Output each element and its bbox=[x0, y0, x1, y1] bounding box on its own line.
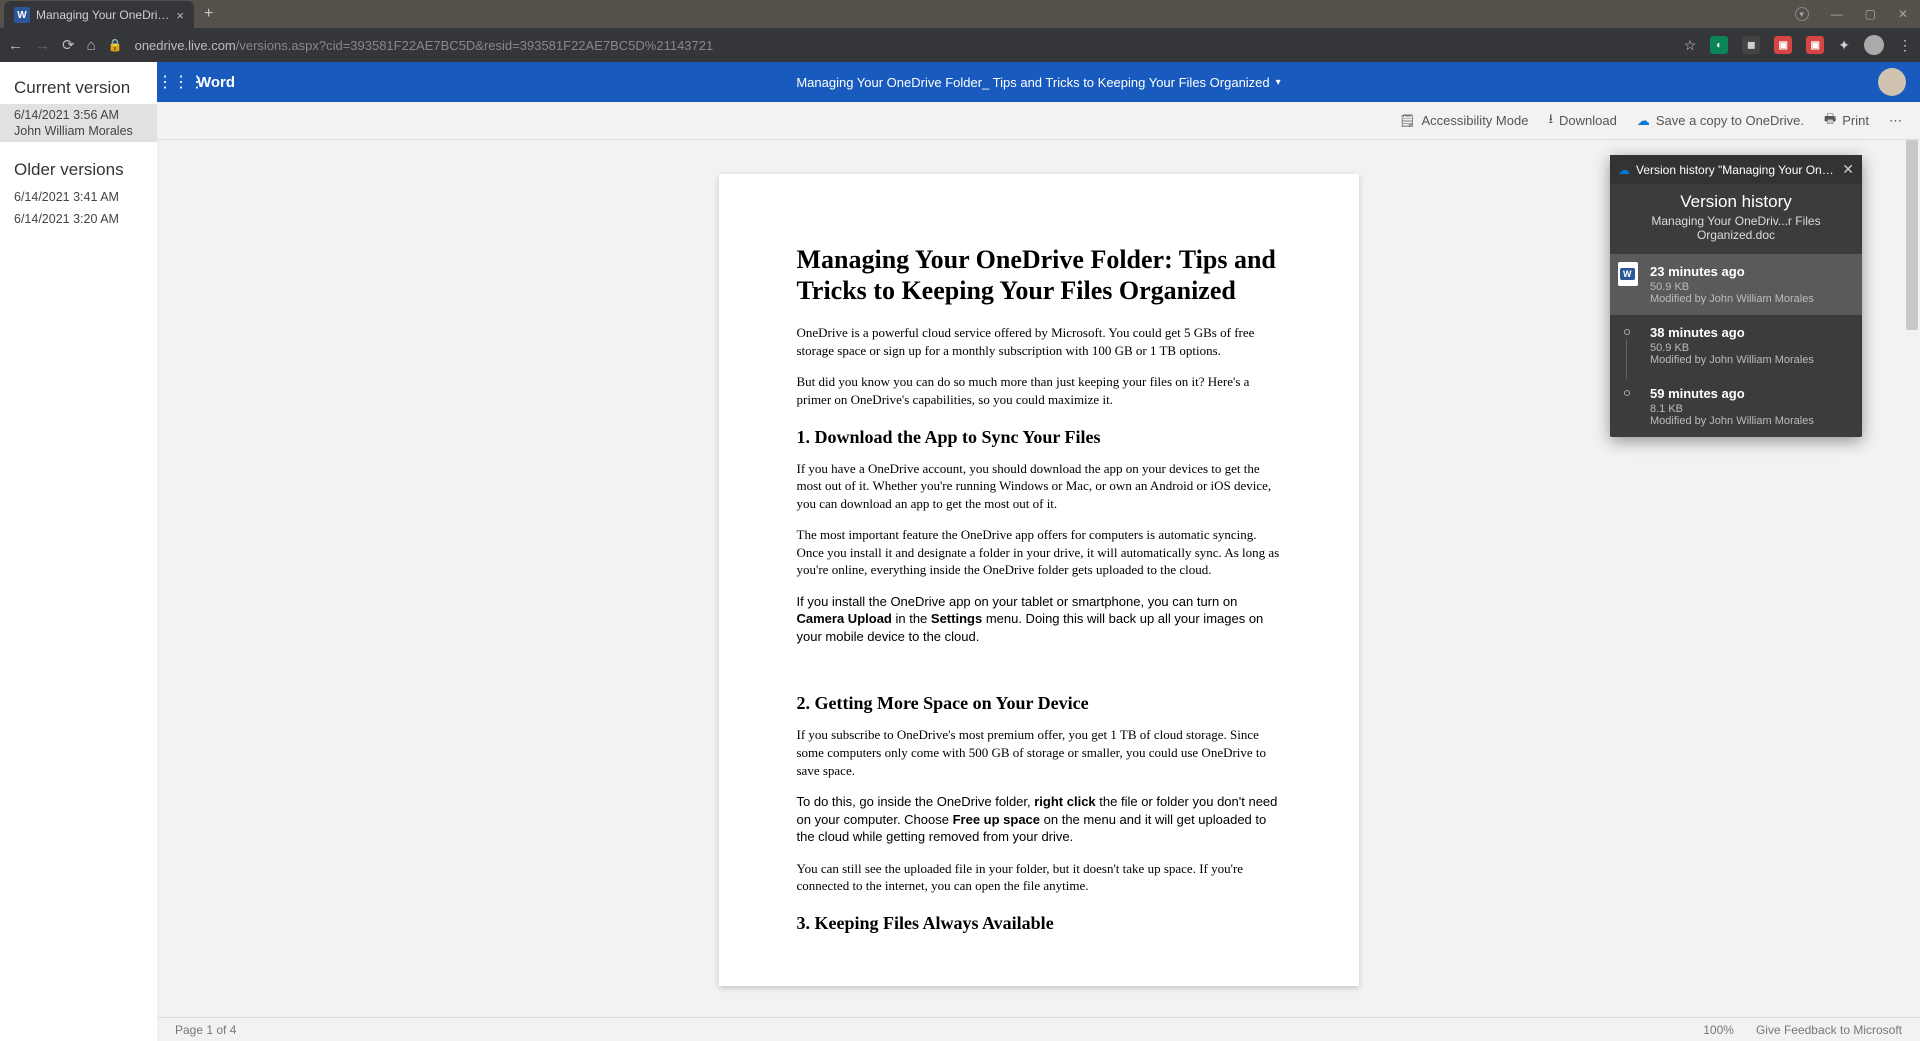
doc-paragraph: If you subscribe to OneDrive's most prem… bbox=[797, 726, 1281, 779]
accessibility-icon: 🗒 bbox=[1399, 113, 1416, 129]
vertical-scrollbar[interactable] bbox=[1904, 140, 1920, 1017]
version-entry[interactable]: 59 minutes ago 8.1 KB Modified by John W… bbox=[1610, 376, 1862, 437]
scrollbar-thumb[interactable] bbox=[1906, 140, 1918, 330]
ribbon-bar: 🗒Accessibility Mode ⭳Download ☁Save a co… bbox=[157, 102, 1920, 140]
version-timestamp: 6/14/2021 3:56 AM bbox=[14, 108, 119, 122]
doc-paragraph: OneDrive is a powerful cloud service off… bbox=[797, 324, 1281, 359]
version-author: John William Morales bbox=[14, 124, 143, 138]
doc-heading-2: 3. Keeping Files Always Available bbox=[797, 913, 1281, 934]
account-icon[interactable]: ▾ bbox=[1795, 7, 1809, 21]
document-page: Managing Your OneDrive Folder: Tips and … bbox=[719, 174, 1359, 986]
doc-paragraph: The most important feature the OneDrive … bbox=[797, 526, 1281, 579]
current-version-item[interactable]: 6/14/2021 3:56 AM John William Morales bbox=[0, 104, 157, 142]
doc-paragraph: You can still see the uploaded file in y… bbox=[797, 860, 1281, 895]
version-timestamp: 6/14/2021 3:20 AM bbox=[14, 212, 119, 226]
doc-heading-2: 2. Getting More Space on Your Device bbox=[797, 693, 1281, 714]
version-history-header-text: Version history "Managing Your OneDrive … bbox=[1636, 163, 1836, 177]
new-tab-button[interactable]: + bbox=[204, 5, 213, 23]
url-text[interactable]: onedrive.live.com/versions.aspx?cid=3935… bbox=[135, 38, 1672, 53]
version-time: 38 minutes ago bbox=[1650, 325, 1850, 340]
timeline-line bbox=[1626, 339, 1627, 379]
older-versions-heading: Older versions bbox=[0, 156, 157, 186]
close-icon[interactable]: ✕ bbox=[1836, 161, 1854, 178]
word-doc-icon bbox=[1618, 262, 1638, 286]
doc-heading-2: 1. Download the App to Sync Your Files bbox=[797, 427, 1281, 448]
version-history-header: ☁ Version history "Managing Your OneDriv… bbox=[1610, 155, 1862, 184]
browser-tab[interactable]: W Managing Your OneDrive Folder... × bbox=[4, 1, 194, 29]
save-copy-button[interactable]: ☁Save a copy to OneDrive. bbox=[1637, 113, 1804, 129]
browser-menu-icon[interactable]: ⋮ bbox=[1898, 37, 1912, 54]
extension-icon-4[interactable]: ▣ bbox=[1806, 36, 1824, 54]
extension-icons: ☆ ◐ ◼ ▣ ▣ ✦ ⋮ bbox=[1684, 35, 1912, 55]
home-icon[interactable]: ⌂ bbox=[87, 37, 96, 54]
doc-paragraph: If you have a OneDrive account, you shou… bbox=[797, 460, 1281, 513]
forward-icon[interactable]: → bbox=[35, 37, 50, 54]
version-time: 59 minutes ago bbox=[1650, 386, 1850, 401]
version-entry[interactable]: 23 minutes ago 50.9 KB Modified by John … bbox=[1610, 254, 1862, 315]
document-canvas: Managing Your OneDrive Folder: Tips and … bbox=[157, 140, 1920, 1017]
print-button[interactable]: 🖶Print bbox=[1824, 110, 1869, 132]
current-version-heading: Current version bbox=[0, 74, 157, 104]
word-brand[interactable]: Word bbox=[197, 74, 235, 91]
version-entry[interactable]: 38 minutes ago 50.9 KB Modified by John … bbox=[1610, 315, 1862, 376]
doc-heading-1: Managing Your OneDrive Folder: Tips and … bbox=[797, 244, 1281, 306]
versions-sidebar: Current version 6/14/2021 3:56 AM John W… bbox=[0, 62, 157, 1041]
word-header: ⋮⋮⋮ Word Managing Your OneDrive Folder_ … bbox=[157, 62, 1920, 102]
version-time: 23 minutes ago bbox=[1650, 264, 1850, 279]
window-controls: ▾ — ▢ ✕ bbox=[1795, 7, 1920, 21]
profile-avatar[interactable] bbox=[1864, 35, 1884, 55]
tab-title: Managing Your OneDrive Folder... bbox=[36, 8, 170, 22]
doc-paragraph: But did you know you can do so much more… bbox=[797, 373, 1281, 408]
older-version-item[interactable]: 6/14/2021 3:41 AM bbox=[0, 186, 157, 208]
browser-addressbar: ← → ⟳ ⌂ 🔒 onedrive.live.com/versions.asp… bbox=[0, 28, 1920, 62]
cloud-icon: ☁ bbox=[1637, 113, 1650, 129]
version-size: 50.9 KB bbox=[1650, 281, 1850, 293]
timeline-dot-icon bbox=[1624, 390, 1630, 396]
close-window-icon[interactable]: ✕ bbox=[1898, 7, 1908, 21]
extension-icon-2[interactable]: ◼ bbox=[1742, 36, 1760, 54]
user-avatar[interactable] bbox=[1878, 68, 1906, 96]
version-modified-by: Modified by John William Morales bbox=[1650, 293, 1850, 305]
status-bar: Page 1 of 4 100% Give Feedback to Micros… bbox=[157, 1017, 1920, 1041]
doc-paragraph: To do this, go inside the OneDrive folde… bbox=[797, 793, 1281, 846]
version-modified-by: Modified by John William Morales bbox=[1650, 354, 1850, 366]
accessibility-mode-button[interactable]: 🗒Accessibility Mode bbox=[1399, 113, 1528, 129]
version-size: 8.1 KB bbox=[1650, 403, 1850, 415]
zoom-indicator[interactable]: 100% bbox=[1703, 1023, 1734, 1037]
version-size: 50.9 KB bbox=[1650, 342, 1850, 354]
minimize-icon[interactable]: — bbox=[1831, 7, 1843, 21]
cloud-icon: ☁ bbox=[1618, 163, 1630, 177]
bookmark-icon[interactable]: ☆ bbox=[1684, 37, 1697, 54]
chevron-down-icon: ▾ bbox=[1276, 77, 1281, 88]
feedback-link[interactable]: Give Feedback to Microsoft bbox=[1756, 1023, 1902, 1037]
version-history-subtitle: Managing Your OneDriv...r Files Organize… bbox=[1610, 214, 1862, 254]
download-button[interactable]: ⭳Download bbox=[1548, 110, 1616, 132]
more-options-button[interactable]: ⋯ bbox=[1889, 113, 1902, 129]
word-favicon: W bbox=[14, 7, 30, 23]
version-timestamp: 6/14/2021 3:41 AM bbox=[14, 190, 119, 204]
doc-paragraph: If you install the OneDrive app on your … bbox=[797, 593, 1281, 646]
version-modified-by: Modified by John William Morales bbox=[1650, 415, 1850, 427]
older-version-item[interactable]: 6/14/2021 3:20 AM bbox=[0, 208, 157, 230]
download-icon: ⭳ bbox=[1548, 110, 1553, 132]
main-region: Current version 6/14/2021 3:56 AM John W… bbox=[0, 62, 1920, 1041]
extension-icon-1[interactable]: ◐ bbox=[1710, 36, 1728, 54]
version-history-title: Version history bbox=[1610, 184, 1862, 214]
lock-icon[interactable]: 🔒 bbox=[108, 38, 123, 52]
close-tab-icon[interactable]: × bbox=[176, 8, 184, 23]
reload-icon[interactable]: ⟳ bbox=[62, 36, 75, 54]
app-launcher-icon[interactable]: ⋮⋮⋮ bbox=[157, 72, 197, 92]
maximize-icon[interactable]: ▢ bbox=[1865, 7, 1876, 21]
print-icon: 🖶 bbox=[1824, 110, 1836, 132]
back-icon[interactable]: ← bbox=[8, 37, 23, 54]
word-online-frame: ⋮⋮⋮ Word Managing Your OneDrive Folder_ … bbox=[157, 62, 1920, 1041]
document-title[interactable]: Managing Your OneDrive Folder_ Tips and … bbox=[796, 75, 1280, 90]
timeline-dot-icon bbox=[1624, 329, 1630, 335]
page-indicator[interactable]: Page 1 of 4 bbox=[175, 1023, 236, 1037]
version-history-panel: ☁ Version history "Managing Your OneDriv… bbox=[1610, 155, 1862, 437]
browser-titlebar: W Managing Your OneDrive Folder... × + ▾… bbox=[0, 0, 1920, 28]
extension-icon-3[interactable]: ▣ bbox=[1774, 36, 1792, 54]
extensions-icon[interactable]: ✦ bbox=[1838, 37, 1850, 54]
